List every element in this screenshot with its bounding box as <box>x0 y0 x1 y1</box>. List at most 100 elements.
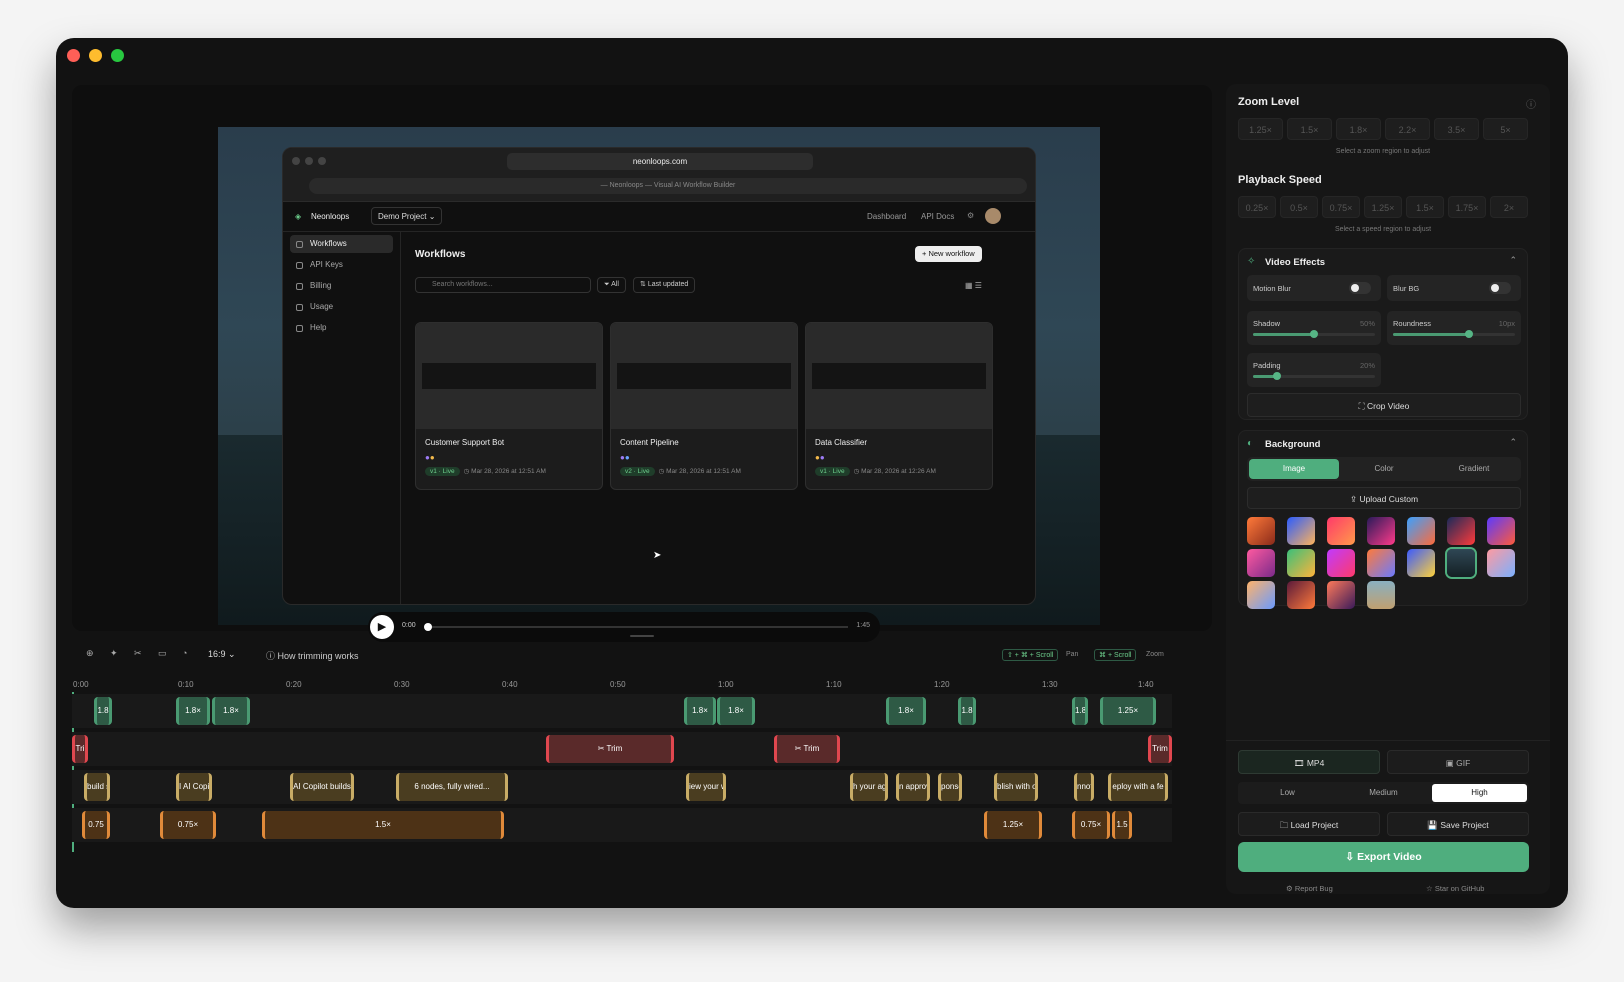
wallpaper-swatch[interactable] <box>1247 549 1275 577</box>
trim-clip[interactable]: Tri <box>72 735 88 763</box>
speed-option[interactable]: 0.25× <box>1238 196 1276 218</box>
speed-option[interactable]: 0.5× <box>1280 196 1318 218</box>
collapse-icon[interactable]: ⌃ <box>1509 437 1517 448</box>
blur-bg-toggle[interactable] <box>1489 282 1511 294</box>
wallpaper-swatch[interactable] <box>1287 549 1315 577</box>
wallpaper-swatch[interactable] <box>1487 517 1515 545</box>
roundness-slider[interactable] <box>1393 330 1515 338</box>
wallpaper-swatch[interactable] <box>1447 517 1475 545</box>
wallpaper-swatch[interactable] <box>1367 549 1395 577</box>
annotation-clip[interactable]: AI Copilot builds <box>290 773 354 801</box>
maximize-window-button[interactable] <box>111 49 124 62</box>
load-project-button[interactable]: 🗀 Load Project <box>1238 812 1380 836</box>
export-video-button[interactable]: ⇩ Export Video <box>1238 842 1529 872</box>
annotation-clip[interactable]: 6 nodes, fully wired... <box>396 773 508 801</box>
wallpaper-swatch[interactable] <box>1487 549 1515 577</box>
speed-option[interactable]: 0.75× <box>1322 196 1360 218</box>
wallpaper-swatch[interactable] <box>1327 549 1355 577</box>
speed-option[interactable]: 1.25× <box>1364 196 1402 218</box>
speed-clip[interactable]: 1.5× <box>262 811 504 839</box>
save-project-button[interactable]: 💾 Save Project <box>1387 812 1529 836</box>
crop-video-button[interactable]: ⛶ Crop Video <box>1247 393 1521 417</box>
speed-clip[interactable]: 0.75 <box>82 811 110 839</box>
star-github-link[interactable]: ☆ Star on GitHub <box>1426 884 1484 893</box>
trim-clip[interactable]: Trim <box>1148 735 1172 763</box>
annotation-clip[interactable]: nnot <box>1074 773 1094 801</box>
wallpaper-swatch[interactable] <box>1367 517 1395 545</box>
zoom-tool-icon[interactable]: ⊕ <box>86 648 94 659</box>
speed-icon[interactable]: ◔ <box>182 648 187 658</box>
speed-clip[interactable]: 1.25× <box>984 811 1042 839</box>
zoom-clip[interactable]: 1.8 <box>1072 697 1088 725</box>
speed-option[interactable]: 1.75× <box>1448 196 1486 218</box>
format-gif-button[interactable]: ▣ GIF <box>1387 750 1529 774</box>
quality-high[interactable]: High <box>1432 784 1527 802</box>
help-icon[interactable]: ⓘ <box>1526 96 1536 111</box>
annotation-clip[interactable]: blish with o <box>994 773 1038 801</box>
annotation-clip[interactable]: iew your w <box>686 773 726 801</box>
tab-image[interactable]: Image <box>1249 459 1339 479</box>
wallpaper-swatch[interactable] <box>1247 581 1275 609</box>
wallpaper-swatch-selected[interactable] <box>1447 549 1475 577</box>
zoom-option[interactable]: 1.5× <box>1287 118 1332 140</box>
trim-clip[interactable]: ✂ Trim <box>546 735 674 763</box>
play-button[interactable]: ▶ <box>370 615 394 639</box>
trim-clip[interactable]: ✂ Trim <box>774 735 840 763</box>
annotation-clip[interactable]: eploy with a fe <box>1108 773 1168 801</box>
zoom-clip[interactable]: 1.8× <box>176 697 210 725</box>
annotation-clip[interactable]: build s <box>84 773 110 801</box>
annotation-clip[interactable]: h your ag <box>850 773 888 801</box>
zoom-option[interactable]: 2.2× <box>1385 118 1430 140</box>
wallpaper-swatch[interactable] <box>1327 517 1355 545</box>
seek-handle[interactable] <box>424 623 432 631</box>
speed-clip[interactable]: 0.75× <box>1072 811 1110 839</box>
speed-clip[interactable]: 1.5 <box>1112 811 1132 839</box>
zoom-option[interactable]: 3.5× <box>1434 118 1479 140</box>
close-window-button[interactable] <box>67 49 80 62</box>
tab-gradient[interactable]: Gradient <box>1429 459 1519 479</box>
zoom-clip[interactable]: 1.8× <box>684 697 716 725</box>
zoom-option[interactable]: 5× <box>1483 118 1528 140</box>
format-mp4-button[interactable]: 🎞 MP4 <box>1238 750 1380 774</box>
seek-bar[interactable] <box>424 623 848 631</box>
annotation-clip[interactable]: ponse <box>938 773 962 801</box>
wallpaper-swatch[interactable] <box>1247 517 1275 545</box>
trimming-help-link[interactable]: ⓘ How trimming works <box>266 649 359 662</box>
shadow-slider[interactable] <box>1253 330 1375 338</box>
speed-option[interactable]: 2× <box>1490 196 1528 218</box>
magic-wand-icon[interactable]: ✦ <box>110 648 118 659</box>
wallpaper-swatch[interactable] <box>1407 549 1435 577</box>
upload-custom-button[interactable]: ⇪ Upload Custom <box>1247 487 1521 509</box>
speed-option[interactable]: 1.5× <box>1406 196 1444 218</box>
scissors-icon[interactable]: ✂ <box>134 648 142 659</box>
zoom-clip[interactable]: 1.8× <box>717 697 755 725</box>
padding-slider[interactable] <box>1253 372 1375 380</box>
annotation-icon[interactable]: ▭ <box>158 648 167 659</box>
tab-color[interactable]: Color <box>1339 459 1429 479</box>
zoom-clip[interactable]: 1.8× <box>212 697 250 725</box>
tick-label: 0:00 <box>73 680 89 689</box>
motion-blur-toggle[interactable] <box>1349 282 1371 294</box>
speed-clip[interactable]: 0.75× <box>160 811 216 839</box>
wallpaper-swatch[interactable] <box>1327 581 1355 609</box>
wallpaper-swatch[interactable] <box>1367 581 1395 609</box>
zoom-clip[interactable]: 1.25× <box>1100 697 1156 725</box>
zoom-option[interactable]: 1.8× <box>1336 118 1381 140</box>
report-bug-link[interactable]: ⚙ Report Bug <box>1286 884 1333 893</box>
zoom-clip[interactable]: 1.8× <box>886 697 926 725</box>
annotation-clip[interactable]: n approv <box>896 773 930 801</box>
annotation-clip[interactable]: I AI Copil <box>176 773 212 801</box>
resize-handle[interactable] <box>630 635 654 637</box>
zoom-clip[interactable]: 1.8 <box>94 697 112 725</box>
quality-low[interactable]: Low <box>1240 784 1335 802</box>
quality-medium[interactable]: Medium <box>1336 784 1431 802</box>
wallpaper-swatch[interactable] <box>1287 517 1315 545</box>
zoom-clip[interactable]: 1.8 <box>958 697 976 725</box>
zoom-option[interactable]: 1.25× <box>1238 118 1283 140</box>
aspect-ratio-select[interactable]: 16:9 ⌄ <box>208 649 236 660</box>
wallpaper-swatch[interactable] <box>1287 581 1315 609</box>
minimize-window-button[interactable] <box>89 49 102 62</box>
avatar <box>985 208 1001 224</box>
wallpaper-swatch[interactable] <box>1407 517 1435 545</box>
collapse-icon[interactable]: ⌃ <box>1509 255 1517 266</box>
